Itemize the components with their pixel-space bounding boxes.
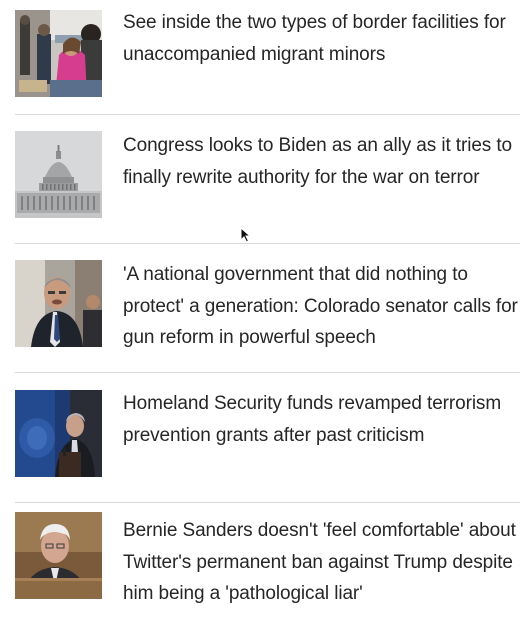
story-item[interactable]: 'A national government that did nothing … [0, 244, 530, 372]
bernie-sanders-photo-icon [15, 512, 102, 599]
story-item[interactable]: See inside the two types of border facil… [0, 0, 530, 112]
story-item[interactable]: Congress looks to Biden as an ally as it… [0, 115, 530, 243]
mouse-pointer-icon [240, 227, 252, 243]
story-thumbnail[interactable] [15, 10, 102, 97]
story-item[interactable]: Bernie Sanders doesn't 'feel comfortable… [0, 503, 530, 621]
press-briefing-photo-icon [15, 390, 102, 477]
border-facility-photo-icon [15, 10, 102, 97]
story-headline[interactable]: Homeland Security funds revamped terrori… [123, 388, 523, 451]
story-headline[interactable]: Bernie Sanders doesn't 'feel comfortable… [123, 515, 523, 610]
story-thumbnail[interactable] [15, 260, 102, 347]
story-thumbnail[interactable] [15, 131, 102, 218]
story-thumbnail[interactable] [15, 390, 102, 477]
capitol-dome-photo-icon [15, 131, 102, 218]
story-thumbnail[interactable] [15, 512, 102, 599]
story-headline[interactable]: 'A national government that did nothing … [123, 259, 523, 354]
senator-speaking-photo-icon [15, 260, 102, 347]
story-item[interactable]: Homeland Security funds revamped terrori… [0, 373, 530, 501]
story-headline[interactable]: See inside the two types of border facil… [123, 7, 523, 70]
story-headline[interactable]: Congress looks to Biden as an ally as it… [123, 130, 523, 193]
